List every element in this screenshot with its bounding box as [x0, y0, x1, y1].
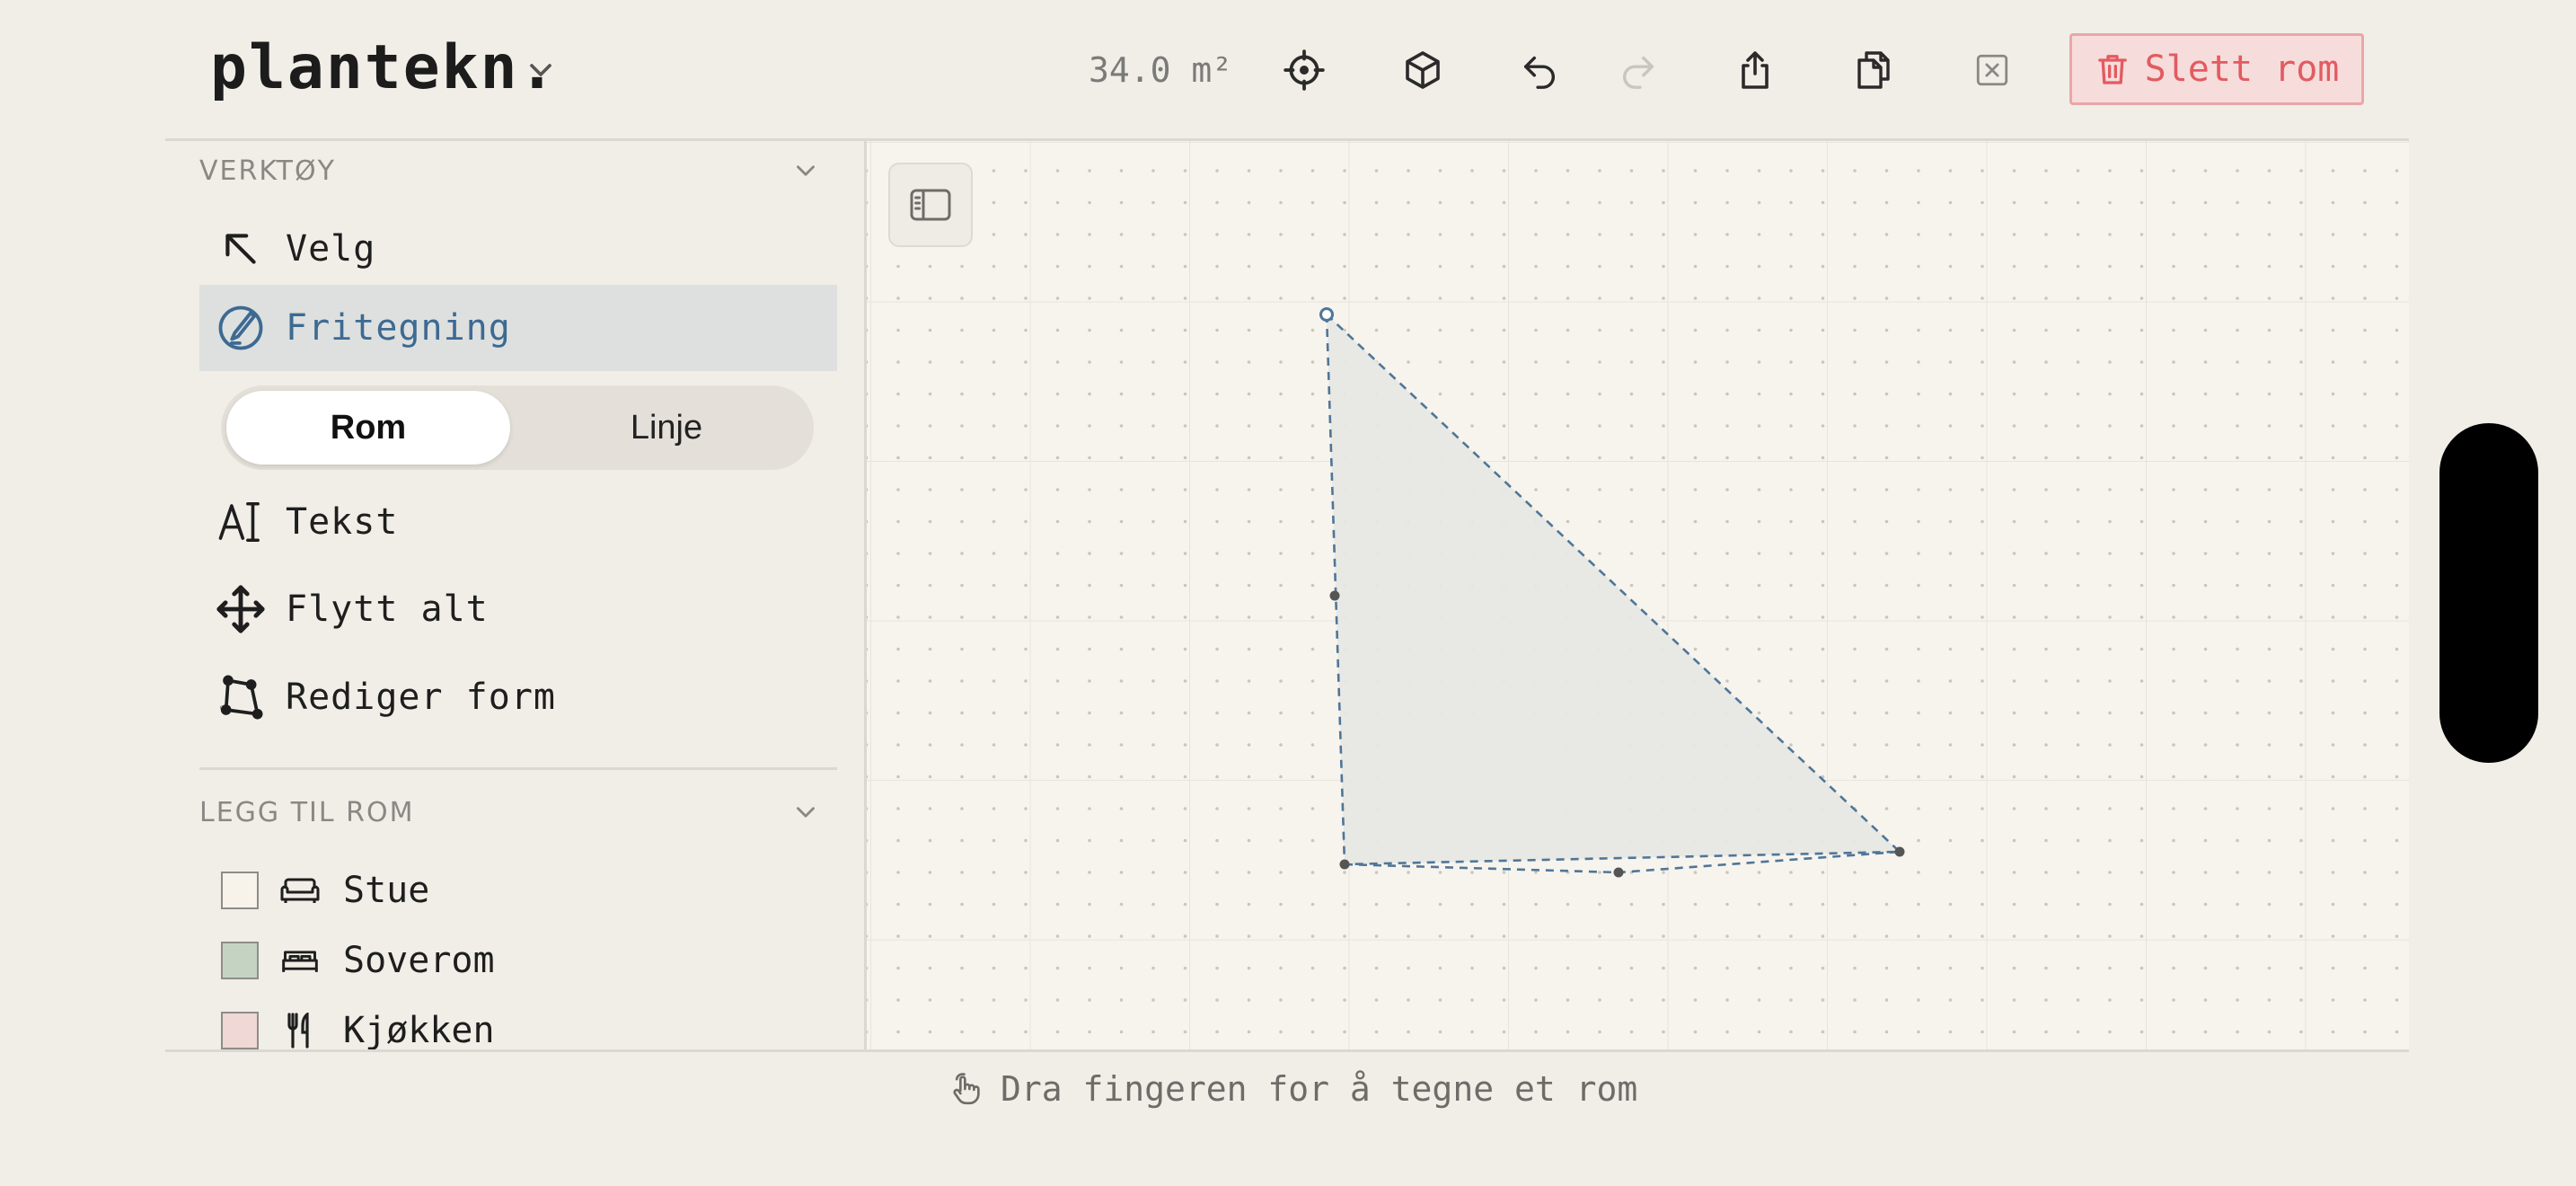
drawing-canvas[interactable]: [867, 141, 2409, 1050]
rooms-section-header[interactable]: LEGG TIL ROM: [199, 797, 414, 828]
chevron-down-icon[interactable]: [790, 797, 821, 828]
edge-midpoint-handle[interactable]: [1613, 867, 1624, 878]
target-icon: [1284, 49, 1325, 91]
tool-label: Velg: [286, 228, 376, 270]
edge-midpoint-handle[interactable]: [1329, 590, 1340, 601]
undo-icon: [1523, 56, 1555, 89]
redo-button[interactable]: [1611, 43, 1665, 97]
floor-plan-drawing[interactable]: [867, 141, 2409, 1050]
undo-button[interactable]: [1513, 43, 1566, 97]
tool-freehand[interactable]: Fritegning: [199, 285, 837, 371]
mode-room-option[interactable]: Rom: [226, 391, 510, 465]
utensils-icon: [275, 1011, 325, 1050]
3d-view-button[interactable]: [1396, 43, 1450, 97]
copy-icon: [1857, 51, 1890, 89]
tool-select[interactable]: Velg: [199, 206, 837, 292]
bottom-divider: [165, 1049, 2409, 1052]
room-type-bedroom[interactable]: Soverom: [221, 929, 495, 992]
tool-text[interactable]: Tekst: [199, 479, 837, 565]
arrow-select-icon: [214, 222, 268, 276]
share-icon: [1742, 51, 1769, 89]
tool-move-all[interactable]: Flytt alt: [199, 566, 837, 652]
tool-edit-shape[interactable]: Rediger form: [199, 654, 837, 740]
color-swatch: [221, 942, 259, 979]
area-readout: 34.0 m²: [1089, 50, 1233, 90]
room-type-label: Soverom: [343, 940, 495, 981]
share-button[interactable]: [1728, 43, 1782, 97]
room-type-label: Stue: [343, 870, 430, 911]
tool-label: Rediger form: [286, 677, 556, 718]
delete-room-button[interactable]: Slett rom: [2069, 33, 2364, 105]
edit-shape-icon: [214, 670, 268, 724]
canvas-hint: Dra fingeren for å tegne et rom: [948, 1069, 1637, 1109]
sidebar-toggle-button[interactable]: [888, 163, 973, 247]
close-icon: [1976, 54, 2008, 86]
draw-mode-toggle: Rom Linje: [221, 385, 814, 470]
grid-lines: [867, 141, 2409, 1050]
app-title[interactable]: plantekn.: [210, 32, 557, 103]
redo-icon: [1623, 56, 1654, 89]
vertex-handle[interactable]: [1339, 859, 1350, 870]
freehand-pen-icon: [214, 301, 268, 355]
top-bar: plantekn. 34.0 m² Slett rom: [0, 0, 2576, 140]
room-type-label: Kjøkken: [343, 1010, 495, 1050]
close-room-button[interactable]: [1965, 43, 2019, 97]
trash-icon: [2097, 55, 2127, 84]
sidebar-panel-icon: [910, 189, 951, 221]
vertex-handle-start[interactable]: [1319, 307, 1334, 322]
color-swatch: [221, 872, 259, 909]
delete-room-label: Slett rom: [2144, 49, 2340, 90]
canvas-hint-text: Dra fingeren for å tegne et rom: [1001, 1069, 1638, 1109]
text-cursor-icon: [214, 495, 268, 549]
hand-pointer-icon: [953, 1073, 980, 1105]
cube-icon: [1406, 51, 1440, 89]
tools-section-header[interactable]: VERKTØY: [199, 155, 336, 187]
room-type-kitchen[interactable]: Kjøkken: [221, 999, 495, 1050]
chevron-down-icon[interactable]: [790, 155, 821, 186]
copy-button[interactable]: [1847, 43, 1901, 97]
window-resize-handle[interactable]: [2439, 423, 2538, 763]
bed-icon: [275, 941, 325, 980]
move-arrows-icon: [214, 582, 268, 636]
chevron-down-icon[interactable]: [523, 52, 559, 88]
sidebar: VERKTØY Velg Fritegning Rom Linje Tekst: [165, 141, 866, 1050]
section-divider: [199, 767, 837, 770]
recenter-button[interactable]: [1277, 43, 1331, 97]
tool-label: Flytt alt: [286, 589, 489, 630]
tool-label: Tekst: [286, 501, 399, 543]
tool-label: Fritegning: [286, 307, 511, 349]
color-swatch: [221, 1012, 259, 1049]
vertex-handle[interactable]: [1894, 846, 1905, 857]
sofa-icon: [275, 871, 325, 910]
room-type-living[interactable]: Stue: [221, 859, 429, 922]
mode-line-option[interactable]: Linje: [525, 391, 808, 465]
